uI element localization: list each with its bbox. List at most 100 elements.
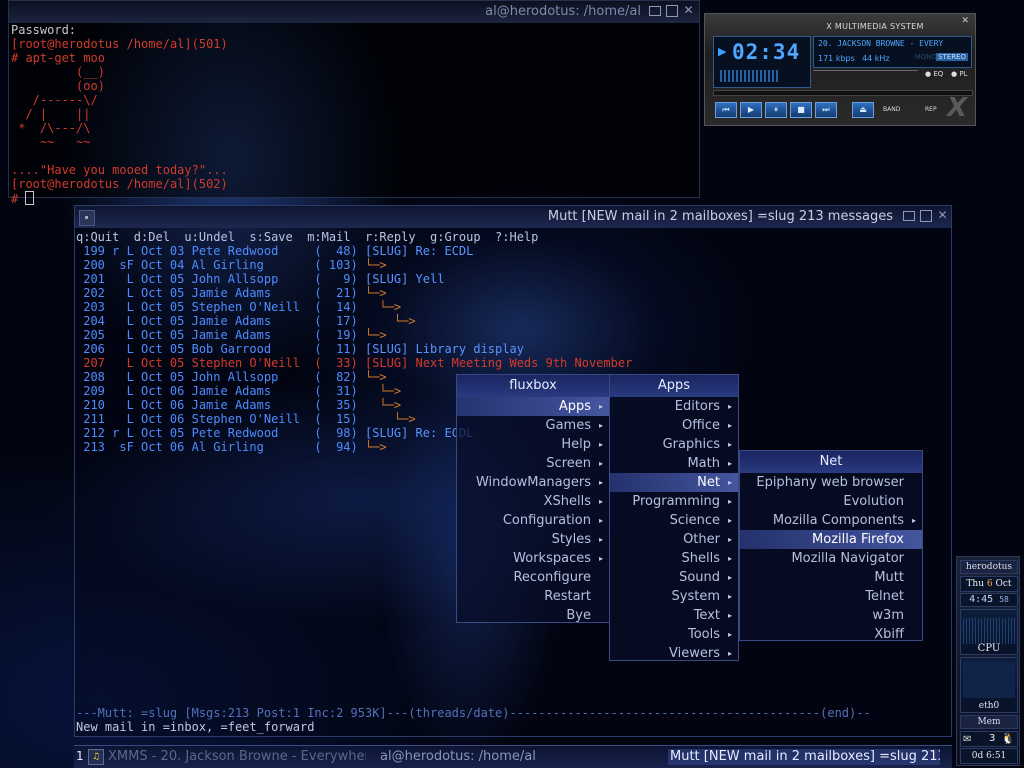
- menu-item-games[interactable]: Games: [457, 416, 609, 435]
- menu-item-styles[interactable]: Styles: [457, 530, 609, 549]
- menu-item-xbiff[interactable]: Xbiff: [740, 625, 922, 644]
- xmms-visualizer[interactable]: [720, 70, 780, 82]
- menu-item-bye[interactable]: Bye: [457, 606, 609, 625]
- task-xmms[interactable]: XMMS - 20. Jackson Browne - Everywher: [108, 749, 366, 765]
- mail-row[interactable]: 200 sF Oct 04 Al Girling ( 103) └─>: [76, 258, 632, 272]
- menu-item-workspaces[interactable]: Workspaces: [457, 549, 609, 568]
- net-menu-title: Net: [740, 451, 922, 473]
- maximize-icon[interactable]: [665, 4, 678, 17]
- menu-item-programming[interactable]: Programming: [610, 492, 738, 511]
- minimize-icon[interactable]: [648, 4, 661, 17]
- mail-row[interactable]: 204 L Oct 05 Jamie Adams ( 17) └─>: [76, 314, 632, 328]
- terminal-line: # apt-get moo: [11, 51, 105, 65]
- mail-dockapp[interactable]: ✉ 3 🐧: [960, 731, 1018, 747]
- next-icon[interactable]: ⏭: [815, 102, 837, 118]
- xmms-task-icon[interactable]: ♫: [88, 749, 104, 765]
- maximize-icon[interactable]: [919, 209, 932, 222]
- menu-item-tools[interactable]: Tools: [610, 625, 738, 644]
- xmms-band-button[interactable]: BAND: [883, 106, 900, 113]
- menu-item-mozilla-firefox[interactable]: Mozilla Firefox: [740, 530, 922, 549]
- xterm-terminal-output[interactable]: Password: [root@herodotus /home/al](501) #…: [11, 23, 228, 206]
- network-monitor-dockapp[interactable]: eth0: [960, 657, 1018, 713]
- fluxbox-menu-title: fluxbox: [457, 375, 609, 397]
- menu-item-mutt[interactable]: Mutt: [740, 568, 922, 587]
- stop-icon[interactable]: ■: [790, 102, 812, 118]
- menu-item-office[interactable]: Office: [610, 416, 738, 435]
- menu-item-science[interactable]: Science: [610, 511, 738, 530]
- uptime-dockapp[interactable]: 0d 6:51: [960, 748, 1018, 764]
- mail-row[interactable]: 207 L Oct 05 Stephen O'Neill ( 33) [SLUG…: [76, 356, 632, 370]
- menu-item-windowmanagers[interactable]: WindowManagers: [457, 473, 609, 492]
- menu-item-restart[interactable]: Restart: [457, 587, 609, 606]
- menu-item-sound[interactable]: Sound: [610, 568, 738, 587]
- close-icon[interactable]: ✕: [682, 4, 695, 17]
- pause-icon[interactable]: ⏸: [765, 102, 787, 118]
- xmms-player[interactable]: X MULTIMEDIA SYSTEM ✕ ▶ 02:34 20. JACKSO…: [704, 13, 976, 126]
- xmms-seek-bar[interactable]: [713, 90, 973, 96]
- eject-icon[interactable]: ⏏: [852, 102, 874, 118]
- mutt-titlebar[interactable]: Mutt [NEW mail in 2 mailboxes] =slug 213…: [75, 206, 951, 228]
- mutt-status-line: ---Mutt: =slug [Msgs:213 Post:1 Inc:2 95…: [76, 706, 871, 720]
- task-xterm[interactable]: al@herodotus: /home/al: [380, 749, 668, 765]
- menu-item-viewers[interactable]: Viewers: [610, 644, 738, 663]
- mail-row[interactable]: 199 r L Oct 03 Pete Redwood ( 48) [SLUG]…: [76, 244, 632, 258]
- menu-item-net[interactable]: Net: [610, 473, 738, 492]
- weekday-label: Thu: [966, 579, 985, 589]
- mail-row[interactable]: 201 L Oct 05 John Allsopp ( 9) [SLUG] Ye…: [76, 272, 632, 286]
- xmms-pl-button[interactable]: ● PL: [951, 70, 967, 78]
- menu-item-graphics[interactable]: Graphics: [610, 435, 738, 454]
- menu-item-mozilla-components[interactable]: Mozilla Components: [740, 511, 922, 530]
- mail-subject: [SLUG] Yell: [364, 272, 445, 286]
- menu-item-text[interactable]: Text: [610, 606, 738, 625]
- memory-dockapp[interactable]: Mem: [960, 715, 1018, 729]
- clock-dockapp[interactable]: 4:45 58: [960, 593, 1018, 607]
- menu-item-screen[interactable]: Screen: [457, 454, 609, 473]
- terminal-prompt-line[interactable]: #: [11, 191, 228, 206]
- menu-item-reconfigure[interactable]: Reconfigure: [457, 568, 609, 587]
- mail-row-summary: 213 sF Oct 06 Al Girling ( 94): [76, 440, 365, 454]
- seconds-label: 58: [999, 595, 1009, 604]
- xmms-time-display[interactable]: ▶ 02:34: [713, 36, 811, 88]
- window-menu-icon[interactable]: [79, 210, 95, 226]
- xmms-volume-balance-sliders[interactable]: [813, 70, 918, 79]
- close-icon[interactable]: ✕: [936, 209, 949, 222]
- fluxbox-root-menu[interactable]: fluxbox AppsGamesHelpScreenWindowManager…: [456, 374, 610, 623]
- menu-item-shells[interactable]: Shells: [610, 549, 738, 568]
- xterm-titlebar[interactable]: al@herodotus: /home/al ✕: [9, 1, 699, 23]
- apps-submenu[interactable]: Apps EditorsOfficeGraphicsMathNetProgram…: [609, 374, 739, 663]
- menu-item-math[interactable]: Math: [610, 454, 738, 473]
- menu-item-evolution[interactable]: Evolution: [740, 492, 922, 511]
- menu-item-telnet[interactable]: Telnet: [740, 587, 922, 606]
- menu-item-apps[interactable]: Apps: [457, 397, 609, 416]
- menu-item-epiphany-web-browser[interactable]: Epiphany web browser: [740, 473, 922, 492]
- task-mutt[interactable]: Mutt [NEW mail in 2 mailboxes] =slug 213: [668, 749, 940, 765]
- previous-icon[interactable]: ⏮: [715, 102, 737, 118]
- hostname-dockapp[interactable]: herodotus: [960, 560, 1018, 574]
- date-dockapp[interactable]: Thu 6 Oct: [960, 576, 1018, 592]
- menu-item-other[interactable]: Other: [610, 530, 738, 549]
- menu-item-system[interactable]: System: [610, 587, 738, 606]
- play-icon[interactable]: ▶: [740, 102, 762, 118]
- mail-row-summary: 203 L Oct 05 Stephen O'Neill ( 14): [76, 300, 365, 314]
- xmms-repeat-button[interactable]: REP: [925, 106, 937, 113]
- menu-item-configuration[interactable]: Configuration: [457, 511, 609, 530]
- menu-item-help[interactable]: Help: [457, 435, 609, 454]
- workspace-number[interactable]: 1: [76, 749, 84, 763]
- xmms-stereo-indicator: STEREO: [936, 53, 968, 61]
- minimize-icon[interactable]: [902, 209, 915, 222]
- menu-item-editors[interactable]: Editors: [610, 397, 738, 416]
- net-submenu[interactable]: Net Epiphany web browser Evolution Mozilla…: [739, 450, 923, 644]
- menu-item-xshells[interactable]: XShells: [457, 492, 609, 511]
- mail-row[interactable]: 202 L Oct 05 Jamie Adams ( 21) └─>: [76, 286, 632, 300]
- mail-row[interactable]: 205 L Oct 05 Jamie Adams ( 19) └─>: [76, 328, 632, 342]
- mail-row[interactable]: 206 L Oct 05 Bob Garrood ( 11) [SLUG] Li…: [76, 342, 632, 356]
- xmms-song-title[interactable]: 20. JACKSON BROWNE - EVERY: [818, 39, 943, 48]
- close-icon[interactable]: ✕: [961, 16, 969, 26]
- mail-row[interactable]: 203 L Oct 05 Stephen O'Neill ( 14) └─>: [76, 300, 632, 314]
- menu-item-w3m[interactable]: w3m: [740, 606, 922, 625]
- menu-item-mozilla-navigator[interactable]: Mozilla Navigator: [740, 549, 922, 568]
- cpu-monitor-dockapp[interactable]: CPU: [960, 609, 1018, 655]
- xterm-window[interactable]: al@herodotus: /home/al ✕ Password: [root@…: [8, 0, 700, 206]
- xmms-eq-button[interactable]: ● EQ: [925, 70, 943, 78]
